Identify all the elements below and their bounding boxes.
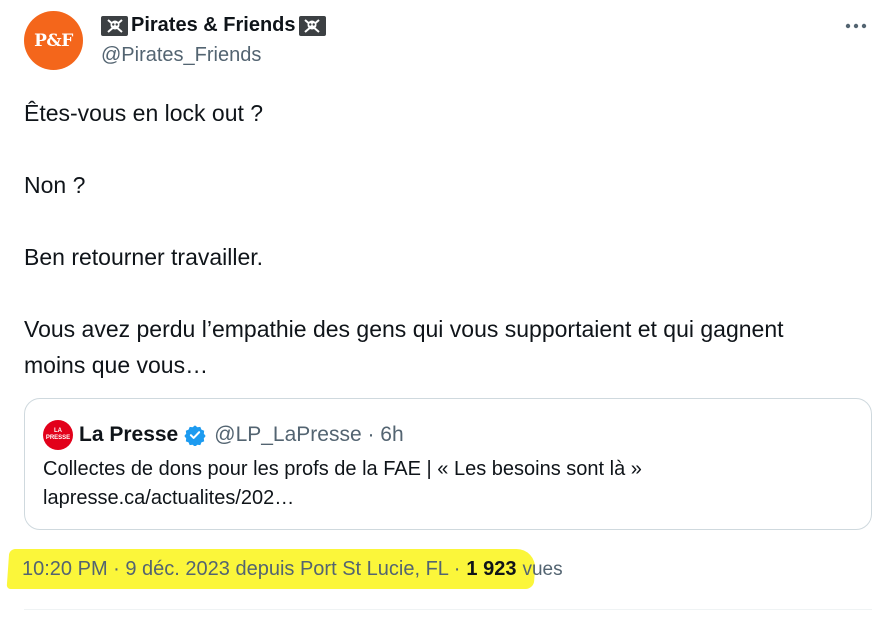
tweet-line: Non ? bbox=[24, 172, 86, 198]
skull-crossbones-icon bbox=[101, 15, 128, 36]
quoted-tweet-header: LA PRESSE La Presse @LP_LaPresse · 6h bbox=[43, 420, 404, 450]
quoted-text-line: Collectes de dons pour les profs de la F… bbox=[43, 458, 642, 480]
tweet-timestamp[interactable]: 10:20 PM · 9 déc. 2023 depuis Port St Lu… bbox=[22, 558, 460, 581]
quoted-tweet-card[interactable]: LA PRESSE La Presse @LP_LaPresse · 6h Co… bbox=[24, 398, 872, 530]
tweet-line: Êtes-vous en lock out ? bbox=[24, 100, 264, 126]
verified-badge-icon bbox=[184, 425, 206, 446]
tweet-text: Êtes-vous en lock out ? Non ? Ben retour… bbox=[24, 95, 844, 383]
more-horizontal-icon[interactable] bbox=[844, 14, 868, 34]
views-label: vues bbox=[522, 558, 563, 580]
display-name[interactable]: Pirates & Friends bbox=[131, 14, 296, 37]
tweet-line: Ben retourner travailler. bbox=[24, 244, 264, 270]
la-presse-logo[interactable]: LA PRESSE bbox=[43, 420, 73, 450]
avatar[interactable]: P&F bbox=[24, 11, 83, 70]
author-handle[interactable]: @Pirates_Friends bbox=[101, 44, 261, 67]
divider bbox=[24, 609, 872, 610]
tweet-meta: 10:20 PM · 9 déc. 2023 depuis Port St Lu… bbox=[22, 558, 563, 581]
avatar-text: P&F bbox=[34, 30, 73, 51]
skull-crossbones-icon bbox=[298, 15, 326, 36]
tweet-line: Vous avez perdu l’empathie des gens qui … bbox=[24, 316, 784, 378]
quoted-tweet-text: Collectes de dons pour les profs de la F… bbox=[43, 455, 642, 513]
quoted-author-handle-time[interactable]: @LP_LaPresse · 6h bbox=[214, 423, 403, 447]
quoted-author-name[interactable]: La Presse bbox=[79, 423, 178, 447]
quoted-link[interactable]: lapresse.ca/actualites/202… bbox=[43, 484, 642, 513]
author-name-row[interactable]: Pirates & Friends bbox=[101, 14, 326, 37]
views-count: 1 923 bbox=[466, 558, 517, 580]
